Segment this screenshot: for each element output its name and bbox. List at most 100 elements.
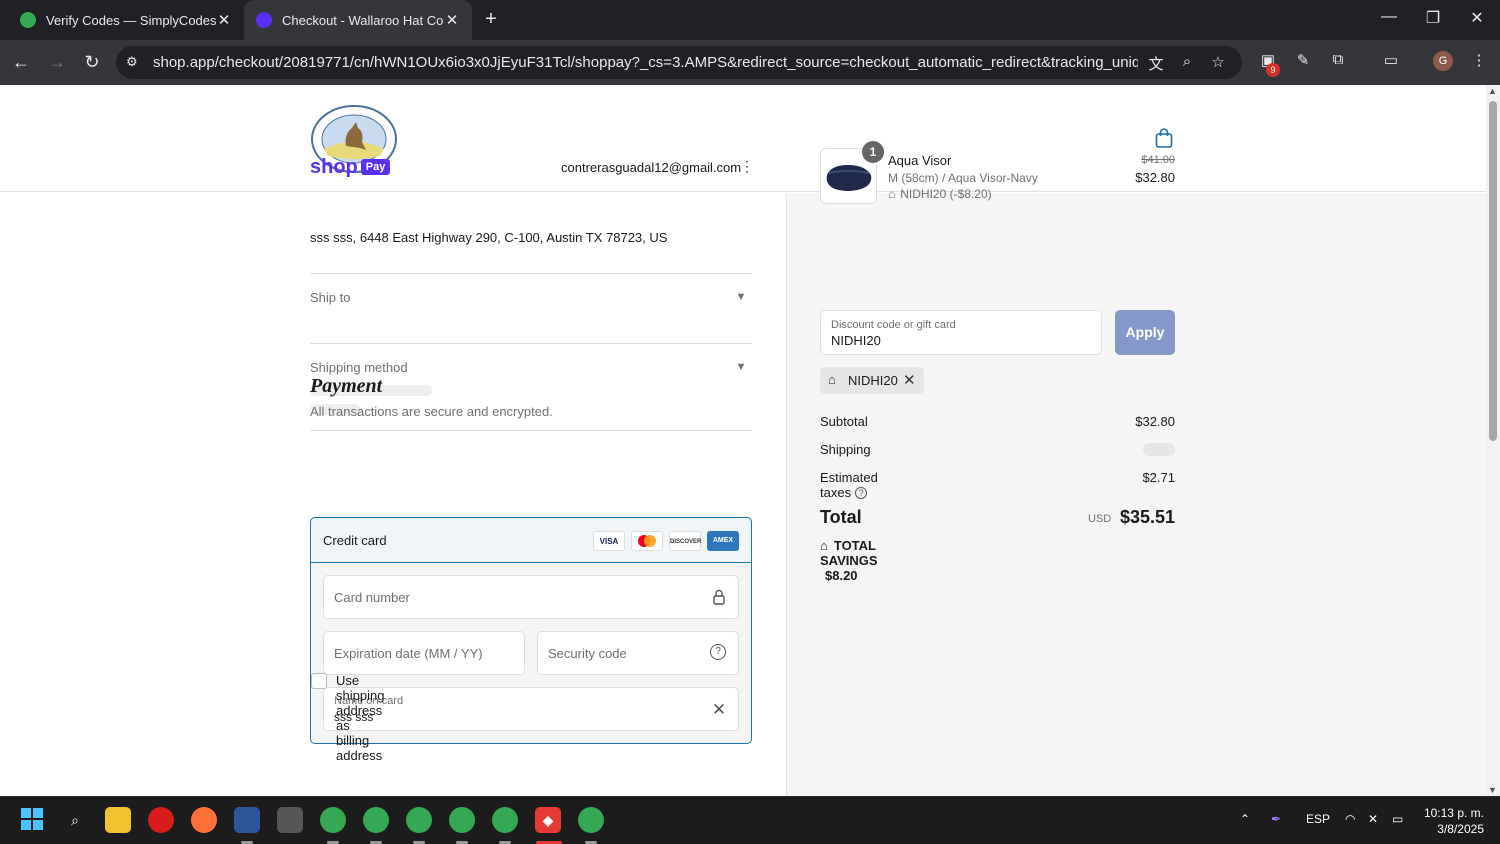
address-bar[interactable]: ⚙ shop.app/checkout/20819771/cn/hWN1OUx6…: [116, 46, 1242, 79]
language-indicator[interactable]: ESP: [1306, 812, 1330, 826]
mastercard-icon: [631, 531, 663, 551]
payment-subtitle: All transactions are secure and encrypte…: [310, 404, 553, 419]
firefox-icon[interactable]: [191, 807, 217, 833]
shipping-label: Shipping: [820, 442, 871, 457]
order-summary-panel: [786, 193, 1486, 796]
chrome-icon[interactable]: [449, 807, 475, 833]
apply-button[interactable]: Apply: [1115, 310, 1175, 355]
pen-icon[interactable]: ✒: [1271, 812, 1281, 826]
wifi-icon[interactable]: ◠: [1345, 812, 1355, 826]
minimize-icon[interactable]: —: [1377, 8, 1401, 26]
extension-icon[interactable]: ✎: [1292, 51, 1314, 73]
chrome-icon[interactable]: [320, 807, 346, 833]
security-code-placeholder: Security code: [548, 646, 627, 661]
scrollbar-thumb[interactable]: [1489, 101, 1497, 441]
volume-muted-icon[interactable]: ✕: [1368, 812, 1378, 826]
clock-date: 3/8/2025: [1437, 822, 1484, 836]
tab-title: Verify Codes — SimplyCodes: [46, 12, 216, 28]
bookmark-star-icon[interactable]: ☆: [1208, 53, 1228, 73]
name-on-card-field[interactable]: Name on card sss sss ✕: [323, 687, 739, 731]
tray-chevron-up-icon[interactable]: ⌃: [1240, 812, 1250, 826]
lock-icon: [713, 589, 725, 605]
divider: [310, 430, 752, 431]
shop-favicon-icon: [256, 12, 272, 28]
original-price: $41.00: [1141, 154, 1175, 166]
estimated-taxes-row: Estimated taxes?: [820, 470, 878, 500]
payment-title: Payment: [310, 375, 383, 397]
profile-avatar[interactable]: G: [1433, 51, 1453, 71]
help-icon[interactable]: ?: [855, 487, 868, 499]
zoom-icon[interactable]: ⌕: [1177, 53, 1197, 73]
card-number-field[interactable]: Card number: [323, 575, 739, 619]
account-menu-icon[interactable]: ⋮: [740, 158, 754, 175]
site-info-icon[interactable]: ⚙: [126, 54, 142, 70]
divider: [310, 273, 752, 274]
reading-list-icon[interactable]: ▭: [1380, 51, 1402, 73]
app-icon[interactable]: [234, 807, 260, 833]
scroll-up-icon[interactable]: ▲: [1488, 86, 1497, 96]
menu-kebab-icon[interactable]: ⋮: [1468, 51, 1490, 73]
chrome-icon[interactable]: [492, 807, 518, 833]
remove-discount-icon[interactable]: ✕: [903, 371, 916, 389]
expiration-date-field[interactable]: Expiration date (MM / YY): [323, 631, 525, 675]
visa-icon: VISA: [593, 531, 625, 551]
tag-icon: ⌂: [820, 538, 828, 553]
chrome-icon[interactable]: [406, 807, 432, 833]
url-text[interactable]: shop.app/checkout/20819771/cn/hWN1OUx6io…: [153, 54, 1138, 71]
reload-icon[interactable]: ↻: [80, 50, 104, 74]
billing-address-checkbox[interactable]: [311, 673, 327, 689]
shipping-method-chevron-down-icon[interactable]: ▼: [733, 361, 749, 377]
simplycodes-favicon-icon: [20, 12, 36, 28]
close-tab-icon[interactable]: ✕: [444, 11, 460, 29]
new-tab-button[interactable]: +: [480, 8, 502, 30]
ship-to-chevron-down-icon[interactable]: ▼: [733, 291, 749, 307]
search-icon[interactable]: ⌕: [62, 807, 88, 833]
back-icon[interactable]: ←: [9, 50, 33, 74]
tag-icon: ⌂: [828, 372, 836, 387]
battery-icon[interactable]: ▭: [1392, 812, 1403, 826]
discover-icon: DISCOVER: [669, 531, 701, 551]
ship-to-address: sss sss, 6448 East Highway 290, C-100, A…: [310, 230, 668, 245]
tab-checkout[interactable]: Checkout - Wallaroo Hat Comp ✕: [244, 0, 472, 40]
close-tab-icon[interactable]: ✕: [216, 11, 232, 29]
system-clock[interactable]: 10:13 p. m. 3/8/2025: [1416, 805, 1484, 837]
estimated-taxes-label: Estimated taxes: [820, 470, 878, 500]
chrome-icon[interactable]: [363, 807, 389, 833]
divider: [310, 343, 752, 344]
chrome-icon[interactable]: [578, 807, 604, 833]
quantity-badge: 1: [862, 141, 884, 163]
scroll-down-icon[interactable]: ▼: [1488, 785, 1497, 795]
app-icon[interactable]: [148, 807, 174, 833]
security-code-field[interactable]: Security code ?: [537, 631, 739, 675]
calculator-icon[interactable]: [277, 807, 303, 833]
clear-field-icon[interactable]: ✕: [710, 700, 728, 719]
shipping-method-label: Shipping method: [310, 360, 408, 375]
restore-icon[interactable]: ❐: [1421, 8, 1445, 28]
tab-title: Checkout - Wallaroo Hat Comp: [282, 12, 444, 28]
extensions-puzzle-icon[interactable]: ⧉: [1327, 51, 1349, 73]
page-scrollbar[interactable]: ▲ ▼: [1486, 85, 1500, 796]
translate-icon[interactable]: 文: [1146, 53, 1166, 73]
pay-label: Pay: [360, 159, 391, 175]
expiration-placeholder: Expiration date (MM / YY): [334, 646, 483, 661]
tab-verify-codes[interactable]: Verify Codes — SimplyCodes ✕: [8, 0, 244, 40]
subtotal-value: $32.80: [1135, 414, 1175, 429]
shopping-bag-icon[interactable]: [1155, 128, 1173, 148]
product-variant: M (58cm) / Aqua Visor-Navy: [888, 171, 1038, 185]
product-discount: ⌂ NIDHI20 (-$8.20): [888, 187, 992, 201]
anydesk-icon[interactable]: ◆: [535, 807, 561, 833]
credit-card-option[interactable]: Credit card VISA DISCOVER AMEX: [311, 518, 751, 563]
close-window-icon[interactable]: ✕: [1465, 8, 1489, 28]
file-explorer-icon[interactable]: [105, 807, 131, 833]
currency-code: USD: [1088, 513, 1112, 525]
savings-value: $8.20: [825, 568, 858, 583]
billing-address-checkbox-label[interactable]: Use shipping address as billing address: [336, 673, 384, 763]
store-header: [0, 85, 1486, 192]
forward-icon[interactable]: →: [45, 50, 69, 74]
windows-start-icon[interactable]: [19, 807, 45, 833]
discount-code-input[interactable]: Discount code or gift card NIDHI20: [820, 310, 1102, 355]
total-savings: ⌂ TOTAL SAVINGS $8.20: [820, 538, 878, 583]
clock-time: 10:13 p. m.: [1423, 806, 1484, 820]
total-value: $35.51: [1119, 507, 1175, 527]
help-circle-icon[interactable]: ?: [710, 644, 726, 660]
